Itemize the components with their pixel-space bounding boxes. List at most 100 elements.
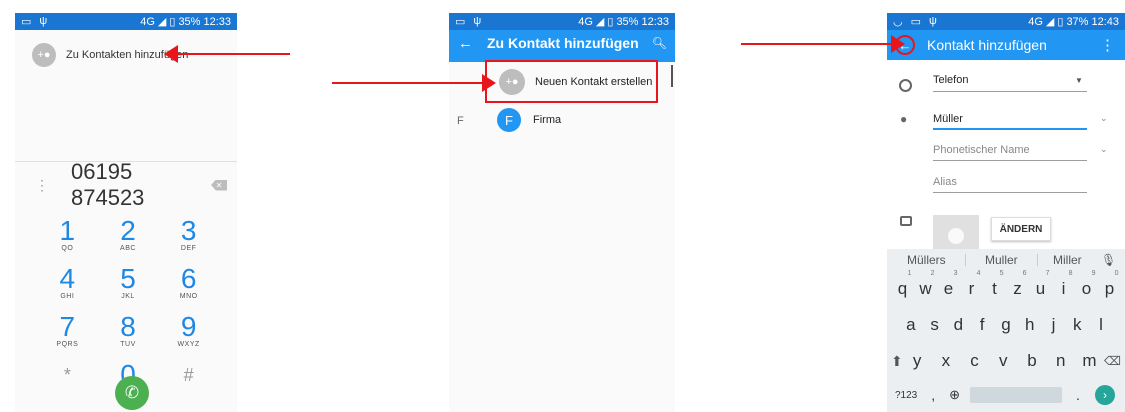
phonetic-name-input[interactable]: Phonetischer Name bbox=[933, 144, 1030, 156]
keyboard-key[interactable]: 1q bbox=[896, 270, 912, 299]
keyboard-key[interactable]: 8i bbox=[1057, 270, 1073, 299]
shift-icon[interactable]: ⬆ bbox=[891, 353, 903, 370]
dialpad-digit: 8 bbox=[120, 311, 136, 342]
dialpad-key[interactable]: 6 MNO bbox=[158, 265, 219, 303]
suggestion-3[interactable]: Miller bbox=[1053, 253, 1082, 267]
screen-add-to-contact: ▭ ψ 4G ◢ ▯ 35% 12:33 ← Zu Kontakt hinzufü… bbox=[449, 13, 675, 412]
backspace-icon[interactable]: ✕ bbox=[211, 179, 227, 191]
keyboard-key-label: z bbox=[1013, 279, 1022, 298]
keyboard-key[interactable]: d bbox=[951, 315, 965, 335]
dialpad-key[interactable]: 8 TUV bbox=[98, 313, 159, 351]
dialpad-digit: 2 bbox=[120, 215, 136, 246]
dialpad-letters: JKL bbox=[121, 293, 135, 300]
name-underline bbox=[933, 128, 1087, 130]
dialed-number: 06195 874523 bbox=[71, 159, 145, 210]
keyboard-key[interactable]: y bbox=[910, 351, 924, 371]
keyboard-key[interactable]: 0p bbox=[1103, 270, 1119, 299]
alias-input[interactable]: Alias bbox=[933, 176, 957, 188]
keyboard-key[interactable]: a bbox=[904, 315, 918, 335]
keyboard-key-label: c bbox=[970, 351, 979, 370]
keyboard-key[interactable]: h bbox=[1023, 315, 1037, 335]
back-arrow-icon[interactable]: ← bbox=[458, 35, 473, 52]
backspace-icon[interactable]: ⌫ bbox=[1104, 354, 1121, 368]
keyboard-key-label: m bbox=[1082, 351, 1097, 370]
globe-icon[interactable]: ⊕ bbox=[949, 387, 960, 403]
name-input[interactable]: Müller bbox=[933, 113, 963, 125]
dialpad-digit: 7 bbox=[59, 311, 76, 342]
account-select-value[interactable]: Telefon bbox=[933, 74, 968, 86]
keyboard-key-label: w bbox=[919, 279, 932, 298]
chevron-down-icon[interactable]: ⌄ bbox=[1100, 113, 1108, 124]
keyboard-key[interactable]: c bbox=[968, 351, 982, 371]
keyboard-key[interactable]: 6z bbox=[1011, 270, 1026, 299]
keyboard-key[interactable]: 7u bbox=[1034, 270, 1050, 299]
notification-icon: ▭ bbox=[910, 16, 922, 28]
dialpad-key[interactable]: 9 WXYZ bbox=[158, 313, 219, 351]
keyboard-key-label: x bbox=[941, 351, 951, 370]
wifi-icon: ◡ bbox=[893, 16, 903, 28]
status-bar: ▭ ψ 4G ◢ ▯ 35% 12:33 bbox=[449, 13, 675, 30]
keyboard-key-label: d bbox=[953, 315, 964, 334]
search-icon[interactable]: 🔍︎ bbox=[652, 36, 667, 50]
contact-photo-placeholder[interactable] bbox=[933, 215, 979, 249]
dialpad-letters: ABC bbox=[120, 245, 136, 252]
dialpad-key[interactable]: 5 JKL bbox=[98, 265, 159, 303]
keyboard-key[interactable]: 3e bbox=[942, 270, 958, 299]
enter-key[interactable]: › bbox=[1095, 385, 1115, 405]
keyboard-key[interactable]: m bbox=[1082, 351, 1096, 371]
dialpad-key[interactable]: 1 QO bbox=[37, 217, 98, 255]
suggestion-divider bbox=[965, 254, 966, 266]
suggestion-1[interactable]: Müllers bbox=[907, 253, 946, 267]
dialpad-key[interactable]: 3 DEF bbox=[158, 217, 219, 255]
dialpad-key[interactable]: 2 ABC bbox=[98, 217, 159, 255]
dropdown-triangle-icon[interactable]: ▼ bbox=[1075, 76, 1083, 85]
microphone-icon[interactable]: 🎙︎ bbox=[1101, 253, 1116, 267]
keyboard-key-label: k bbox=[1072, 315, 1082, 334]
contact-row-firma[interactable]: F Firma bbox=[497, 107, 667, 133]
keyboard-key[interactable]: 4r bbox=[965, 270, 981, 299]
keyboard-key[interactable]: n bbox=[1054, 351, 1068, 371]
phonetic-underline bbox=[933, 160, 1087, 161]
keyboard-key[interactable]: 5t bbox=[988, 270, 1003, 299]
symbols-key[interactable]: ?123 bbox=[895, 390, 917, 401]
keyboard-key[interactable]: 9o bbox=[1080, 270, 1096, 299]
suggestion-2[interactable]: Muller bbox=[985, 253, 1018, 267]
keyboard-key-hint: 6 bbox=[1022, 270, 1027, 277]
add-to-contacts-row[interactable]: +● Zu Kontakten hinzufügen bbox=[15, 37, 237, 73]
dialpad-key[interactable]: 4 GHI bbox=[37, 265, 98, 303]
keyboard-key-label: q bbox=[897, 279, 908, 298]
new-contact-row[interactable]: +● Neuen Kontakt erstellen bbox=[485, 60, 658, 103]
network-type: 4G bbox=[140, 15, 155, 28]
chevron-down-icon[interactable]: ⌄ bbox=[1100, 144, 1108, 155]
keyboard-key[interactable]: b bbox=[1025, 351, 1039, 371]
network-type: 4G bbox=[578, 15, 593, 28]
scrollbar[interactable] bbox=[671, 65, 673, 87]
keyboard-key[interactable]: l bbox=[1094, 315, 1108, 335]
suggestion-divider bbox=[1037, 254, 1038, 266]
overflow-menu-icon[interactable]: ⋮ bbox=[1100, 36, 1115, 54]
keyboard-key[interactable]: v bbox=[996, 351, 1010, 371]
space-bar[interactable] bbox=[970, 387, 1063, 403]
avatar-head bbox=[948, 228, 964, 244]
keyboard-key-hint: 2 bbox=[930, 270, 935, 277]
dialpad-key[interactable]: # bbox=[158, 361, 219, 399]
keyboard-key[interactable]: s bbox=[928, 315, 942, 335]
keyboard-key-label: o bbox=[1081, 279, 1092, 298]
keyboard-key[interactable]: f bbox=[975, 315, 989, 335]
period-key[interactable]: . bbox=[1076, 387, 1080, 403]
keyboard-key[interactable]: 2w bbox=[919, 270, 934, 299]
comma-key[interactable]: , bbox=[931, 387, 935, 403]
keyboard-key[interactable]: x bbox=[939, 351, 953, 371]
dialpad-key[interactable]: * bbox=[37, 361, 98, 399]
screen-dialer: ▭ ψ 4G ◢ ▯ 35% 12:33 +● Zu Kontakten hinz… bbox=[15, 13, 237, 412]
overflow-menu-icon[interactable]: ⋮ bbox=[35, 177, 49, 194]
keyboard-key[interactable]: j bbox=[1046, 315, 1060, 335]
change-photo-button[interactable]: ÄNDERN bbox=[991, 217, 1051, 241]
dialpad-digit: # bbox=[183, 365, 194, 385]
battery-icon: ▯ bbox=[169, 16, 176, 28]
call-button[interactable]: ✆ bbox=[115, 376, 149, 410]
status-bar: ▭ ψ 4G ◢ ▯ 35% 12:33 bbox=[15, 13, 237, 30]
dialpad-key[interactable]: 7 PQRS bbox=[37, 313, 98, 351]
keyboard-key[interactable]: g bbox=[999, 315, 1013, 335]
keyboard-key[interactable]: k bbox=[1070, 315, 1084, 335]
